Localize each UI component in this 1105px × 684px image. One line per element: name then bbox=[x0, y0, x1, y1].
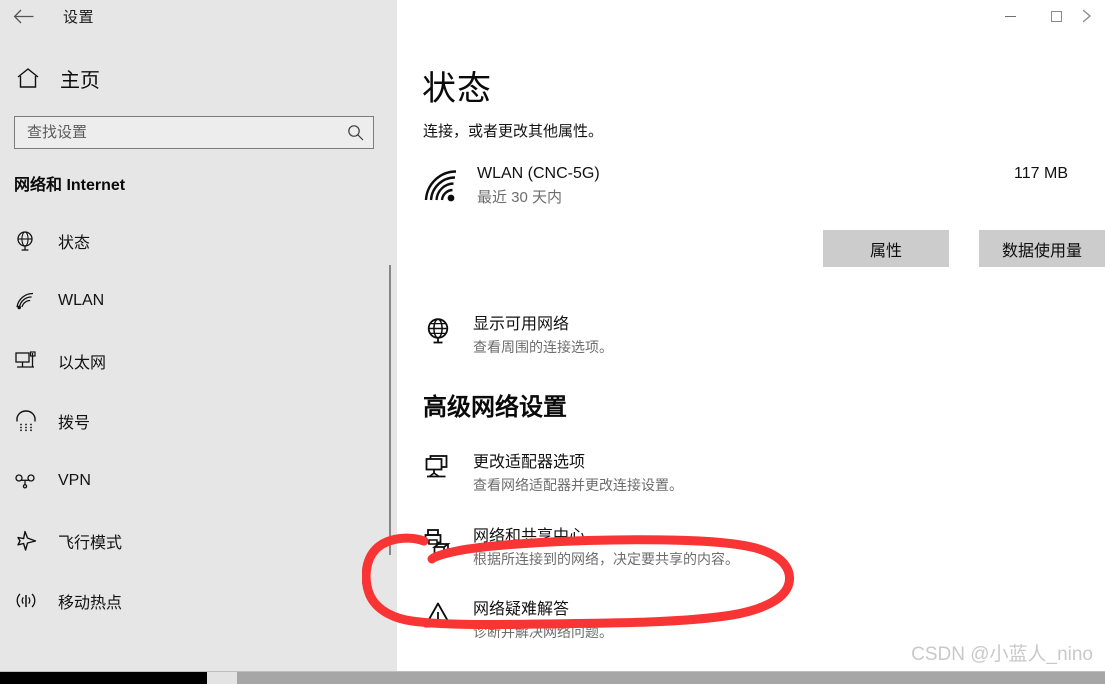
page-subtitle: 连接，或者更改其他属性。 bbox=[423, 123, 604, 140]
home-icon bbox=[16, 67, 56, 89]
sidebar-item-ethernet[interactable]: 以太网 bbox=[0, 331, 397, 391]
title-bar-left: 设置 bbox=[0, 0, 397, 32]
close-button[interactable] bbox=[1079, 0, 1105, 32]
globe-icon bbox=[423, 314, 473, 346]
ethernet-icon bbox=[14, 350, 48, 372]
sidebar-item-label: 移动热点 bbox=[58, 595, 123, 612]
watermark: CSDN @小蓝人_nino bbox=[911, 644, 1093, 665]
sidebar-item-label: 以太网 bbox=[58, 355, 107, 372]
window-title: 设置 bbox=[63, 8, 95, 26]
sidebar-item-dialup[interactable]: 拨号 bbox=[0, 391, 397, 451]
warning-triangle-icon bbox=[423, 599, 473, 629]
change-adapter-options-link[interactable]: 更改适配器选项 查看网络适配器并更改连接设置。 bbox=[423, 452, 1073, 495]
minimize-icon bbox=[1004, 15, 1016, 17]
dialup-icon bbox=[14, 410, 48, 432]
search-icon[interactable] bbox=[345, 124, 365, 141]
wifi-icon bbox=[14, 291, 48, 311]
close-icon bbox=[1082, 9, 1091, 23]
minimize-button[interactable] bbox=[987, 0, 1033, 32]
hotspot-icon bbox=[14, 590, 48, 612]
sidebar-category-title: 网络和 Internet bbox=[14, 177, 126, 194]
connection-name: WLAN (CNC-5G) bbox=[477, 165, 600, 182]
connection-usage: 117 MB bbox=[1014, 165, 1068, 182]
back-button[interactable] bbox=[0, 0, 46, 32]
link-desc: 诊断并解决网络问题。 bbox=[473, 624, 613, 640]
link-desc: 查看网络适配器并更改连接设置。 bbox=[473, 477, 683, 493]
change-adapter-options-text: 更改适配器选项 查看网络适配器并更改连接设置。 bbox=[473, 452, 683, 495]
window-controls bbox=[987, 0, 1105, 32]
show-available-networks-link[interactable]: 显示可用网络 查看周围的连接选项。 bbox=[423, 314, 1073, 357]
network-sharing-center-text: 网络和共享中心 根据所连接到的网络，决定要共享的内容。 bbox=[473, 526, 739, 569]
advanced-settings-heading: 高级网络设置 bbox=[423, 394, 567, 421]
show-available-networks-text: 显示可用网络 查看周围的连接选项。 bbox=[473, 314, 613, 357]
sidebar-item-label: VPN bbox=[58, 472, 91, 489]
sidebar-item-vpn[interactable]: VPN bbox=[0, 451, 397, 511]
maximize-button[interactable] bbox=[1033, 0, 1079, 32]
sidebar-item-label: 拨号 bbox=[58, 415, 91, 432]
horizontal-scrollbar[interactable] bbox=[207, 672, 1105, 684]
connection-subtitle: 最近 30 天内 bbox=[477, 189, 563, 206]
search-container bbox=[14, 116, 381, 149]
sidebar-item-wlan[interactable]: WLAN bbox=[0, 271, 397, 331]
sidebar-item-mobile-hotspot[interactable]: 移动热点 bbox=[0, 571, 397, 631]
sidebar: 主页 网络和 Internet bbox=[0, 32, 397, 672]
link-title: 更改适配器选项 bbox=[473, 454, 586, 471]
link-title: 显示可用网络 bbox=[473, 316, 570, 333]
network-sharing-center-link[interactable]: 网络和共享中心 根据所连接到的网络，决定要共享的内容。 bbox=[423, 526, 1073, 569]
monitor-adapter-icon bbox=[423, 452, 473, 482]
sidebar-nav-list: 状态 WLAN 以太网 拨号 VPN 飞行模式 移动热点 bbox=[0, 211, 397, 631]
horizontal-scrollbar-thumb[interactable] bbox=[207, 672, 237, 684]
sidebar-item-status[interactable]: 状态 bbox=[0, 211, 397, 271]
share-center-icon bbox=[423, 526, 473, 558]
globe-status-icon bbox=[14, 230, 48, 252]
link-title: 网络和共享中心 bbox=[473, 528, 586, 545]
vpn-icon bbox=[14, 471, 48, 491]
properties-button[interactable]: 属性 bbox=[823, 230, 949, 267]
settings-window: 设置 主页 查找设置 网络和 Internet 状态 WLAN 以太网 拨号 V… bbox=[0, 0, 1105, 684]
title-bar: 设置 bbox=[0, 0, 1105, 32]
sidebar-item-home[interactable]: 主页 bbox=[0, 56, 397, 100]
sidebar-item-label: WLAN bbox=[58, 292, 105, 309]
connection-summary: WLAN (CNC-5G) 最近 30 天内 117 MB bbox=[423, 163, 1068, 209]
connection-text: WLAN (CNC-5G) 最近 30 天内 bbox=[477, 163, 1014, 209]
network-troubleshooter-text: 网络疑难解答 诊断并解决网络问题。 bbox=[473, 599, 613, 642]
link-desc: 根据所连接到的网络，决定要共享的内容。 bbox=[473, 551, 739, 567]
sidebar-item-label: 飞行模式 bbox=[58, 535, 123, 552]
search-input[interactable] bbox=[27, 117, 345, 148]
sidebar-home-label: 主页 bbox=[60, 69, 100, 92]
airplane-icon bbox=[14, 530, 48, 552]
wifi-signal-icon bbox=[423, 163, 477, 205]
action-buttons: 属性 数据使用量 bbox=[823, 230, 1105, 267]
main-content: 状态 连接，或者更改其他属性。 WLAN (CNC-5G) 最近 30 天内 1… bbox=[397, 32, 1105, 684]
sidebar-item-label: 状态 bbox=[58, 235, 91, 252]
data-usage-button[interactable]: 数据使用量 bbox=[979, 230, 1105, 267]
sidebar-scrollbar[interactable] bbox=[389, 265, 391, 555]
link-title: 网络疑难解答 bbox=[473, 601, 570, 618]
maximize-icon bbox=[1050, 10, 1062, 22]
taskbar-strip bbox=[0, 672, 207, 684]
network-troubleshooter-link[interactable]: 网络疑难解答 诊断并解决网络问题。 bbox=[423, 599, 1073, 642]
sidebar-item-airplane-mode[interactable]: 飞行模式 bbox=[0, 511, 397, 571]
link-desc: 查看周围的连接选项。 bbox=[473, 339, 613, 355]
search-box[interactable] bbox=[14, 116, 374, 149]
page-title: 状态 bbox=[422, 70, 492, 108]
